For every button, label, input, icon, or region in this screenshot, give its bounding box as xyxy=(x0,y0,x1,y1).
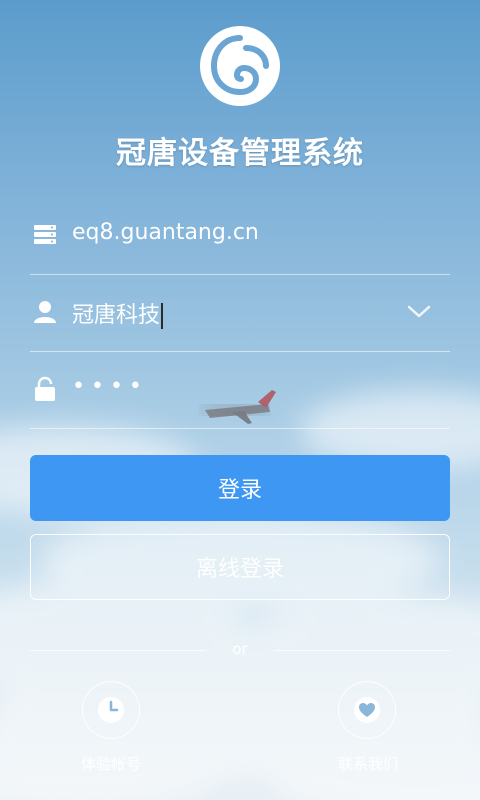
offline-login-button[interactable]: 离线登录 xyxy=(30,534,450,600)
clock-icon xyxy=(98,697,124,723)
trial-account-label[interactable]: 体验帐号 xyxy=(41,753,181,774)
contact-us-label[interactable]: 联系我们 xyxy=(298,753,438,774)
or-divider-text: or xyxy=(232,640,248,658)
login-button[interactable]: 登录 xyxy=(30,455,450,521)
username-field[interactable]: 冠唐科技 xyxy=(30,275,450,352)
trial-account-button[interactable] xyxy=(82,681,140,739)
server-input[interactable]: eq8.guantang.cn xyxy=(72,220,259,245)
password-field[interactable]: •••• xyxy=(30,352,450,429)
text-cursor xyxy=(161,303,164,329)
divider-right xyxy=(274,650,450,651)
heart-icon xyxy=(354,697,380,723)
lock-icon xyxy=(35,376,55,401)
contact-us-button[interactable] xyxy=(338,681,396,739)
username-input[interactable]: 冠唐科技 xyxy=(72,297,164,329)
user-icon xyxy=(34,301,56,323)
app-logo xyxy=(200,26,280,106)
server-field[interactable]: eq8.guantang.cn xyxy=(30,198,450,275)
server-icon xyxy=(34,225,56,244)
password-input[interactable]: •••• xyxy=(72,374,148,399)
chevron-down-icon[interactable] xyxy=(406,303,432,321)
app-title: 冠唐设备管理系统 xyxy=(116,136,364,171)
